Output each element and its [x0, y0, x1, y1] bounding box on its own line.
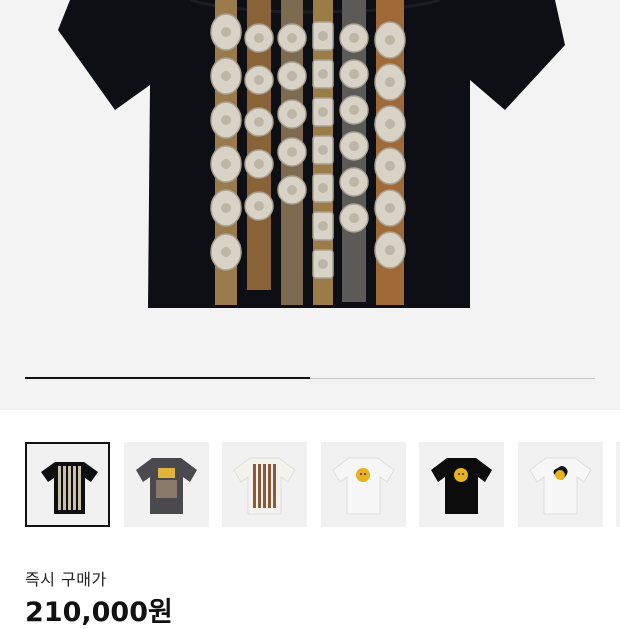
concho-center [287, 71, 297, 81]
concho-center [349, 105, 359, 115]
graphic-tshirt-charcoal-icon [136, 458, 197, 514]
concho-center [254, 159, 264, 169]
concho-center [318, 145, 328, 155]
smiley-heart-tshirt-white-icon [529, 457, 592, 515]
concho-center [287, 33, 297, 43]
concho-center [221, 159, 231, 169]
instant-buy-price-label: 즉시 구매가 [25, 570, 107, 589]
tshirt-body [58, 0, 565, 308]
concho-center [385, 203, 395, 213]
thumbnail-1[interactable] [25, 442, 110, 527]
concho-center [385, 77, 395, 87]
thumbnail-2[interactable] [124, 442, 209, 527]
thumbnail-5[interactable] [419, 442, 504, 527]
concho-center [318, 183, 328, 193]
concho-center [287, 185, 297, 195]
concho-center [287, 109, 297, 119]
concho-center [349, 33, 359, 43]
smiley-tshirt-black-icon [431, 458, 492, 514]
concho-center [385, 161, 395, 171]
concho-center [221, 203, 231, 213]
concho-center [318, 31, 328, 41]
concho-center [349, 141, 359, 151]
concho-center [254, 33, 264, 43]
thumbnail-strip [0, 410, 620, 555]
concho-center [318, 221, 328, 231]
concho-center [221, 247, 231, 257]
concho-center [254, 75, 264, 85]
concho-center [221, 71, 231, 81]
concho-center [318, 69, 328, 79]
concho-belt-tshirt-white-icon [233, 457, 296, 515]
concho-center [349, 69, 359, 79]
concho-center [221, 115, 231, 125]
concho-center [349, 213, 359, 223]
concho-center [318, 107, 328, 117]
concho-center [287, 147, 297, 157]
smiley-tshirt-white-icon [332, 457, 395, 515]
concho-belt-tshirt-black-icon [41, 462, 98, 514]
thumbnail-6[interactable] [518, 442, 603, 527]
concho-center [385, 119, 395, 129]
concho-belt-tshirt-image [58, 0, 565, 308]
gallery-progress-track [25, 377, 595, 379]
product-image-gallery[interactable] [0, 0, 620, 410]
concho-center [385, 35, 395, 45]
thumbnail-4[interactable] [321, 442, 406, 527]
concho-center [254, 201, 264, 211]
concho-center [349, 177, 359, 187]
gallery-progress-fill [25, 377, 310, 379]
concho-center [318, 259, 328, 269]
concho-center [254, 117, 264, 127]
thumbnail-3[interactable] [222, 442, 307, 527]
instant-buy-price: 210,000원 [25, 597, 173, 628]
concho-center [221, 27, 231, 37]
concho-center [385, 245, 395, 255]
thumbnail-7-partial[interactable] [616, 442, 620, 527]
